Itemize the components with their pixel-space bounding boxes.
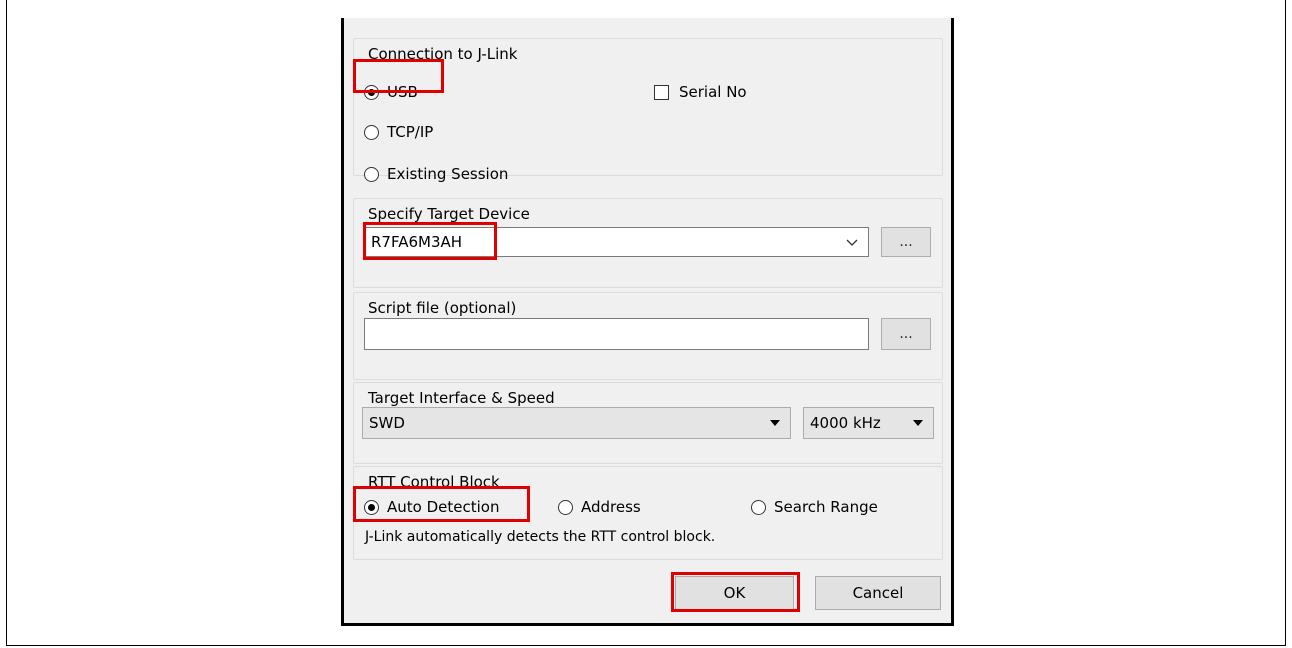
- ok-button[interactable]: OK: [675, 576, 794, 610]
- connection-group-title: Connection to J-Link: [368, 45, 518, 63]
- address-radio[interactable]: Address: [558, 498, 641, 516]
- speed-select-value: 4000 kHz: [810, 414, 881, 432]
- serial-no-checkbox[interactable]: Serial No: [654, 83, 747, 101]
- dropdown-arrow-icon[interactable]: [913, 420, 923, 426]
- target-device-value: R7FA6M3AH: [371, 233, 463, 251]
- search-range-radio-indicator[interactable]: [751, 499, 766, 515]
- address-radio-indicator[interactable]: [558, 499, 573, 515]
- interface-select[interactable]: SWD: [362, 407, 791, 439]
- interface-select-value: SWD: [369, 414, 405, 432]
- chevron-down-icon[interactable]: [846, 234, 858, 252]
- target-device-combobox[interactable]: R7FA6M3AH: [364, 227, 869, 257]
- existing-session-radio-indicator[interactable]: [364, 166, 379, 182]
- usb-radio-indicator[interactable]: [364, 84, 379, 100]
- serial-no-checkbox-box[interactable]: [654, 84, 669, 100]
- search-range-radio[interactable]: Search Range: [751, 498, 878, 516]
- existing-session-radio[interactable]: Existing Session: [364, 165, 508, 183]
- existing-session-radio-label: Existing Session: [387, 165, 509, 183]
- usb-radio[interactable]: USB: [364, 83, 418, 101]
- script-file-browse-button[interactable]: ...: [881, 318, 931, 350]
- usb-radio-label: USB: [387, 83, 418, 101]
- auto-detection-radio-indicator[interactable]: [364, 499, 379, 515]
- auto-detection-radio[interactable]: Auto Detection: [364, 498, 499, 516]
- interface-speed-group-title: Target Interface & Speed: [368, 389, 555, 407]
- tcpip-radio-label: TCP/IP: [387, 123, 434, 141]
- address-label: Address: [581, 498, 641, 516]
- cancel-button[interactable]: Cancel: [815, 576, 941, 610]
- connection-group: Connection to J-Link USB Serial No TCP/I…: [353, 38, 943, 183]
- tcpip-radio-indicator[interactable]: [364, 124, 379, 140]
- auto-detection-label: Auto Detection: [387, 498, 500, 516]
- script-file-group-title: Script file (optional): [368, 299, 517, 317]
- serial-no-label: Serial No: [679, 83, 747, 101]
- rtt-control-block-group: RTT Control Block Auto Detection Address…: [353, 466, 943, 560]
- tcpip-radio[interactable]: TCP/IP: [364, 123, 433, 141]
- rtt-description-text: J-Link automatically detects the RTT con…: [365, 529, 716, 545]
- dropdown-arrow-icon[interactable]: [770, 420, 780, 426]
- jlink-rtt-config-dialog: Connection to J-Link USB Serial No TCP/I…: [341, 18, 954, 626]
- target-device-group-title: Specify Target Device: [368, 205, 530, 223]
- target-device-browse-button[interactable]: ...: [881, 227, 931, 257]
- search-range-label: Search Range: [774, 498, 878, 516]
- rtt-group-title: RTT Control Block: [368, 473, 500, 491]
- script-file-input[interactable]: [364, 318, 869, 350]
- speed-select[interactable]: 4000 kHz: [803, 407, 934, 439]
